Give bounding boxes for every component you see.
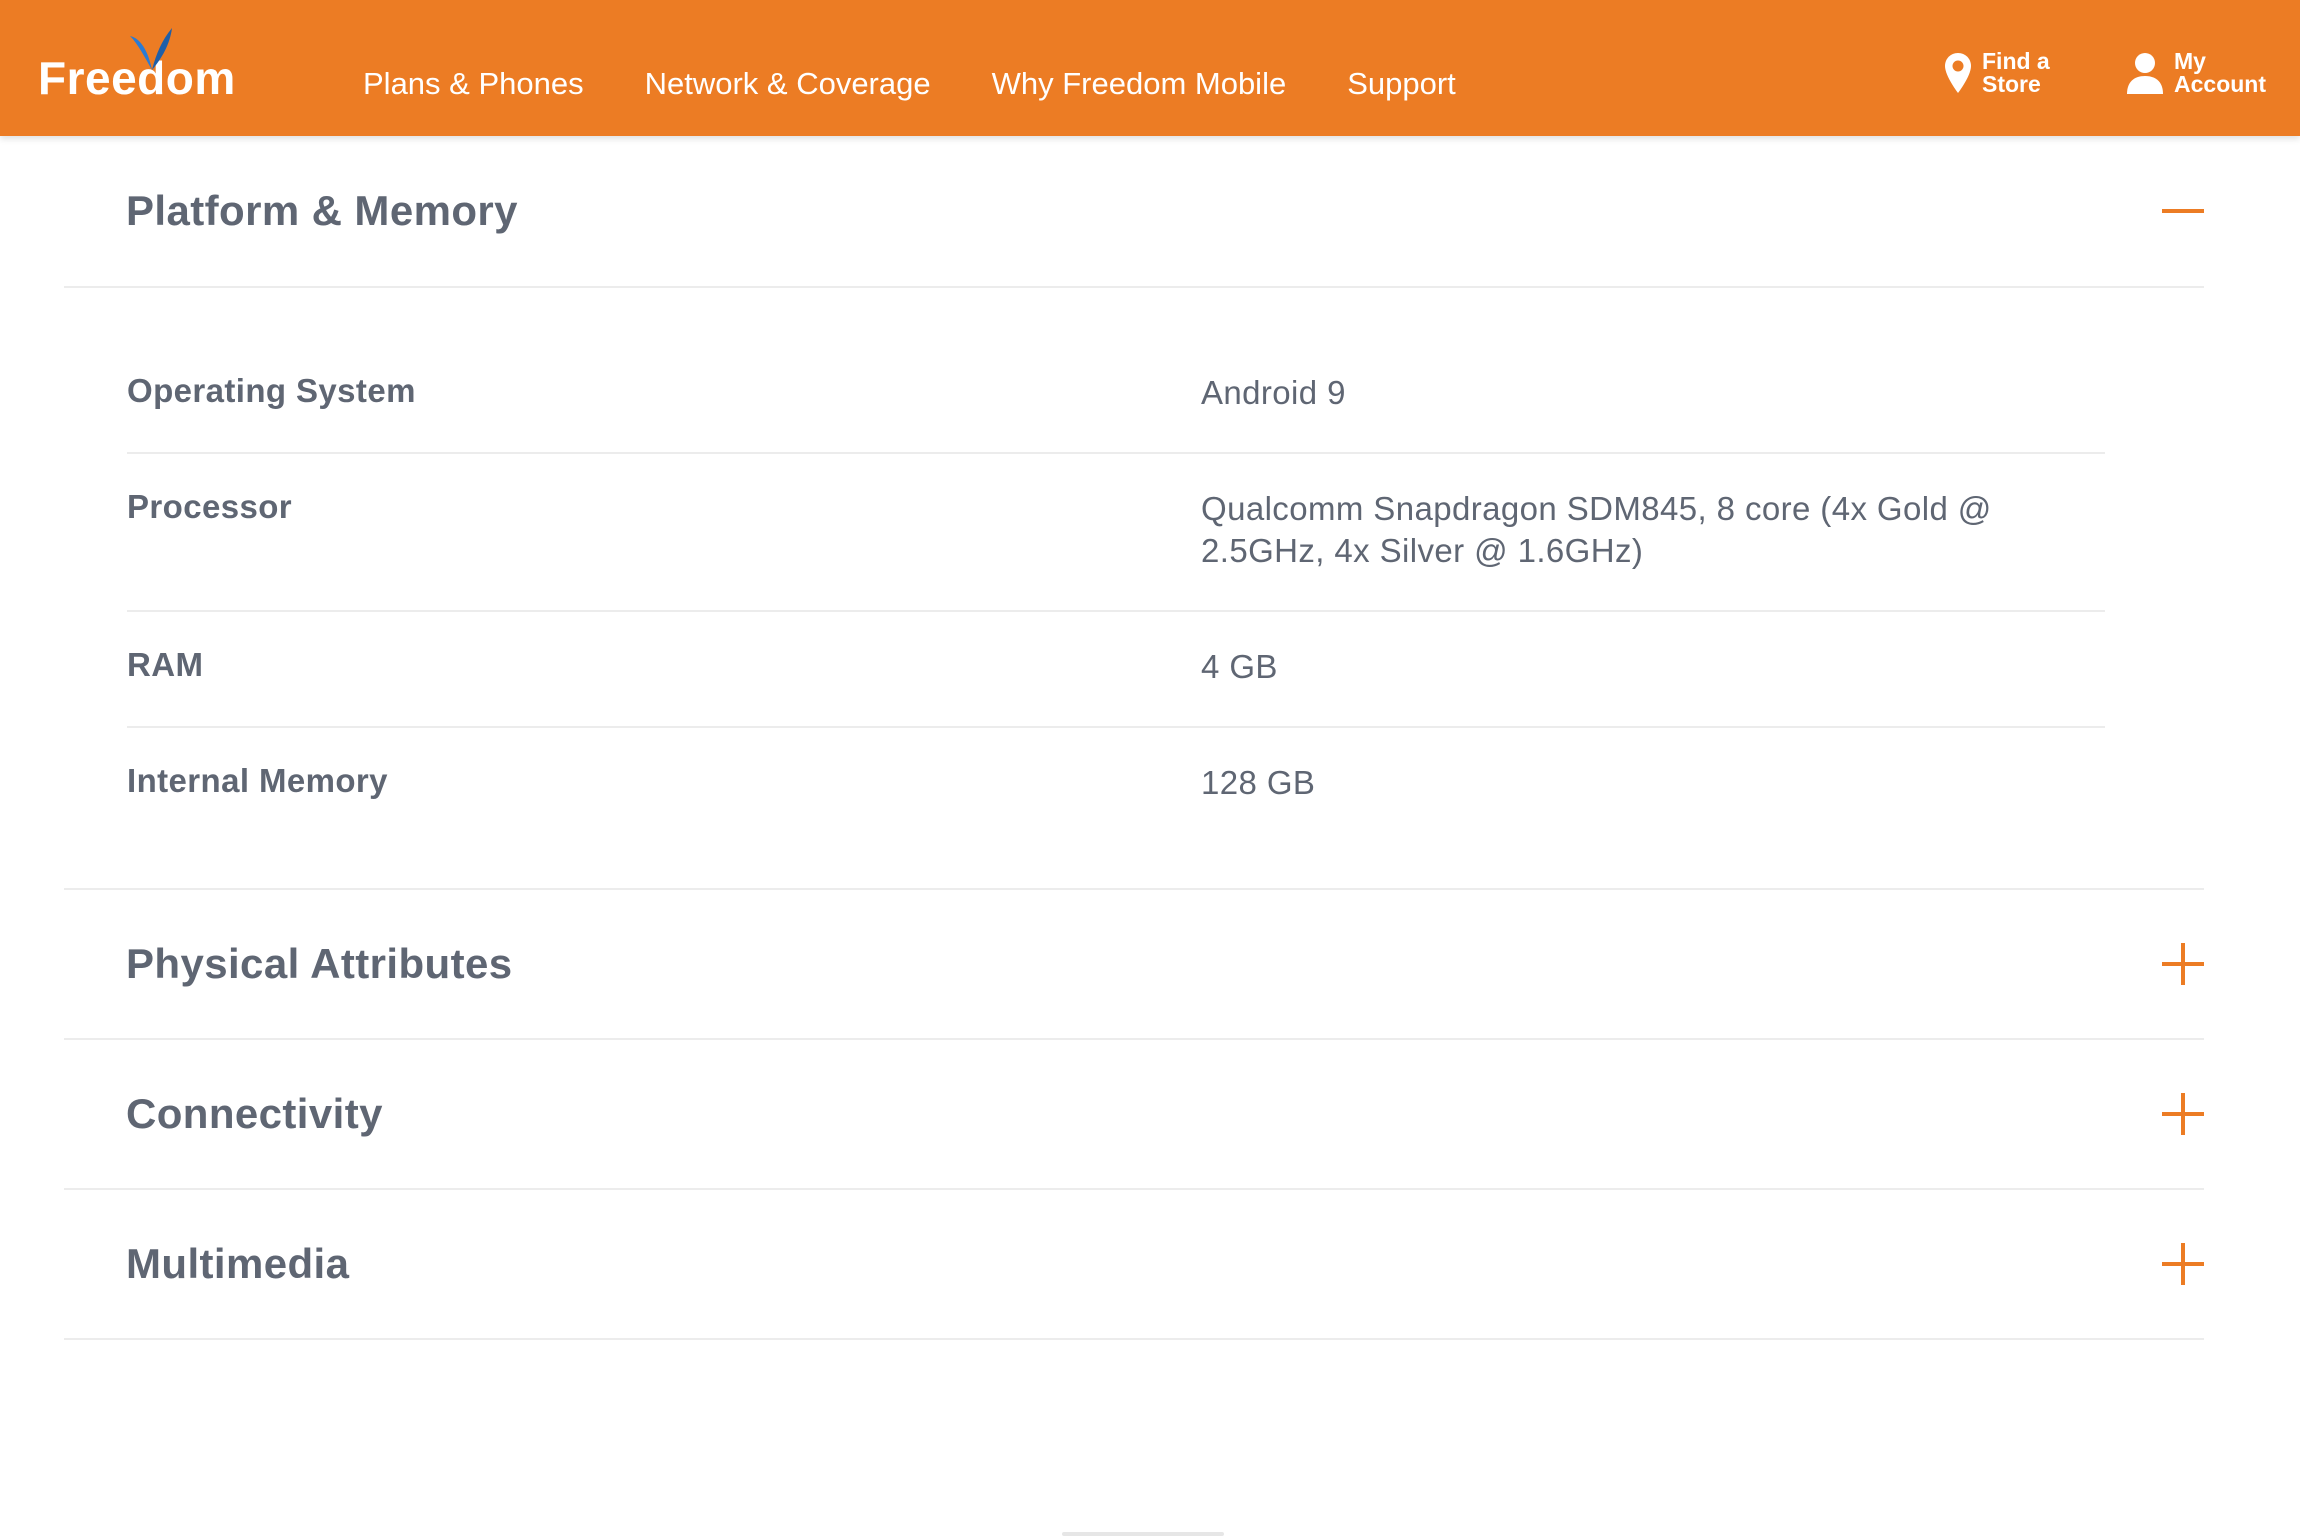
spec-label: RAM bbox=[127, 646, 204, 683]
section-header-physical-attributes[interactable]: Physical Attributes bbox=[64, 890, 2204, 1040]
spec-value: 4 GB bbox=[1201, 648, 1278, 685]
spec-label: Operating System bbox=[127, 372, 416, 409]
spec-label: Processor bbox=[127, 488, 293, 525]
my-account-link[interactable]: My Account bbox=[2126, 50, 2300, 96]
section-title: Multimedia bbox=[126, 1240, 350, 1287]
main-nav: Plans & Phones Network & Coverage Why Fr… bbox=[363, 62, 1456, 106]
nav-why-freedom-mobile[interactable]: Why Freedom Mobile bbox=[992, 62, 1287, 106]
section-title: Platform & Memory bbox=[126, 187, 518, 234]
spec-label: Internal Memory bbox=[127, 762, 388, 799]
spec-row: Processor Qualcomm Snapdragon SDM845, 8 … bbox=[127, 454, 2105, 612]
spec-row: Operating System Android 9 bbox=[127, 338, 2105, 454]
plus-icon[interactable] bbox=[2162, 1093, 2204, 1135]
section-title: Physical Attributes bbox=[126, 940, 513, 987]
butterfly-logo-icon bbox=[130, 28, 172, 70]
bottom-scroll-indicator bbox=[1062, 1532, 1224, 1536]
platform-memory-panel: Operating System Android 9 Processor Qua… bbox=[64, 288, 2204, 890]
map-pin-icon bbox=[1945, 53, 1971, 93]
section-header-platform-memory[interactable]: Platform & Memory bbox=[64, 136, 2204, 288]
nav-network-coverage[interactable]: Network & Coverage bbox=[645, 62, 931, 106]
spec-value: Qualcomm Snapdragon SDM845, 8 core (4x G… bbox=[1201, 490, 1992, 569]
section-title: Connectivity bbox=[126, 1090, 383, 1137]
section-header-connectivity[interactable]: Connectivity bbox=[64, 1040, 2204, 1190]
find-store-label: Find a Store bbox=[1982, 48, 2050, 97]
spec-row: Internal Memory 128 GB bbox=[127, 728, 2105, 842]
user-icon bbox=[2127, 53, 2163, 94]
section-header-multimedia[interactable]: Multimedia bbox=[64, 1190, 2204, 1340]
nav-support[interactable]: Support bbox=[1347, 62, 1456, 106]
find-a-store-link[interactable]: Find a Store bbox=[1944, 50, 2112, 96]
spec-value: Android 9 bbox=[1201, 374, 1346, 411]
specifications-accordion: Platform & Memory Operating System Andro… bbox=[64, 136, 2204, 1340]
minus-icon[interactable] bbox=[2162, 190, 2204, 232]
plus-icon[interactable] bbox=[2162, 943, 2204, 985]
spec-row: RAM 4 GB bbox=[127, 612, 2105, 728]
spec-value: 128 GB bbox=[1201, 764, 1316, 801]
plus-icon[interactable] bbox=[2162, 1243, 2204, 1285]
nav-plans-phones[interactable]: Plans & Phones bbox=[363, 62, 584, 106]
my-account-label: My Account bbox=[2174, 48, 2266, 97]
top-navigation-bar: Freedom Plans & Phones Network & Coverag… bbox=[0, 0, 2300, 136]
